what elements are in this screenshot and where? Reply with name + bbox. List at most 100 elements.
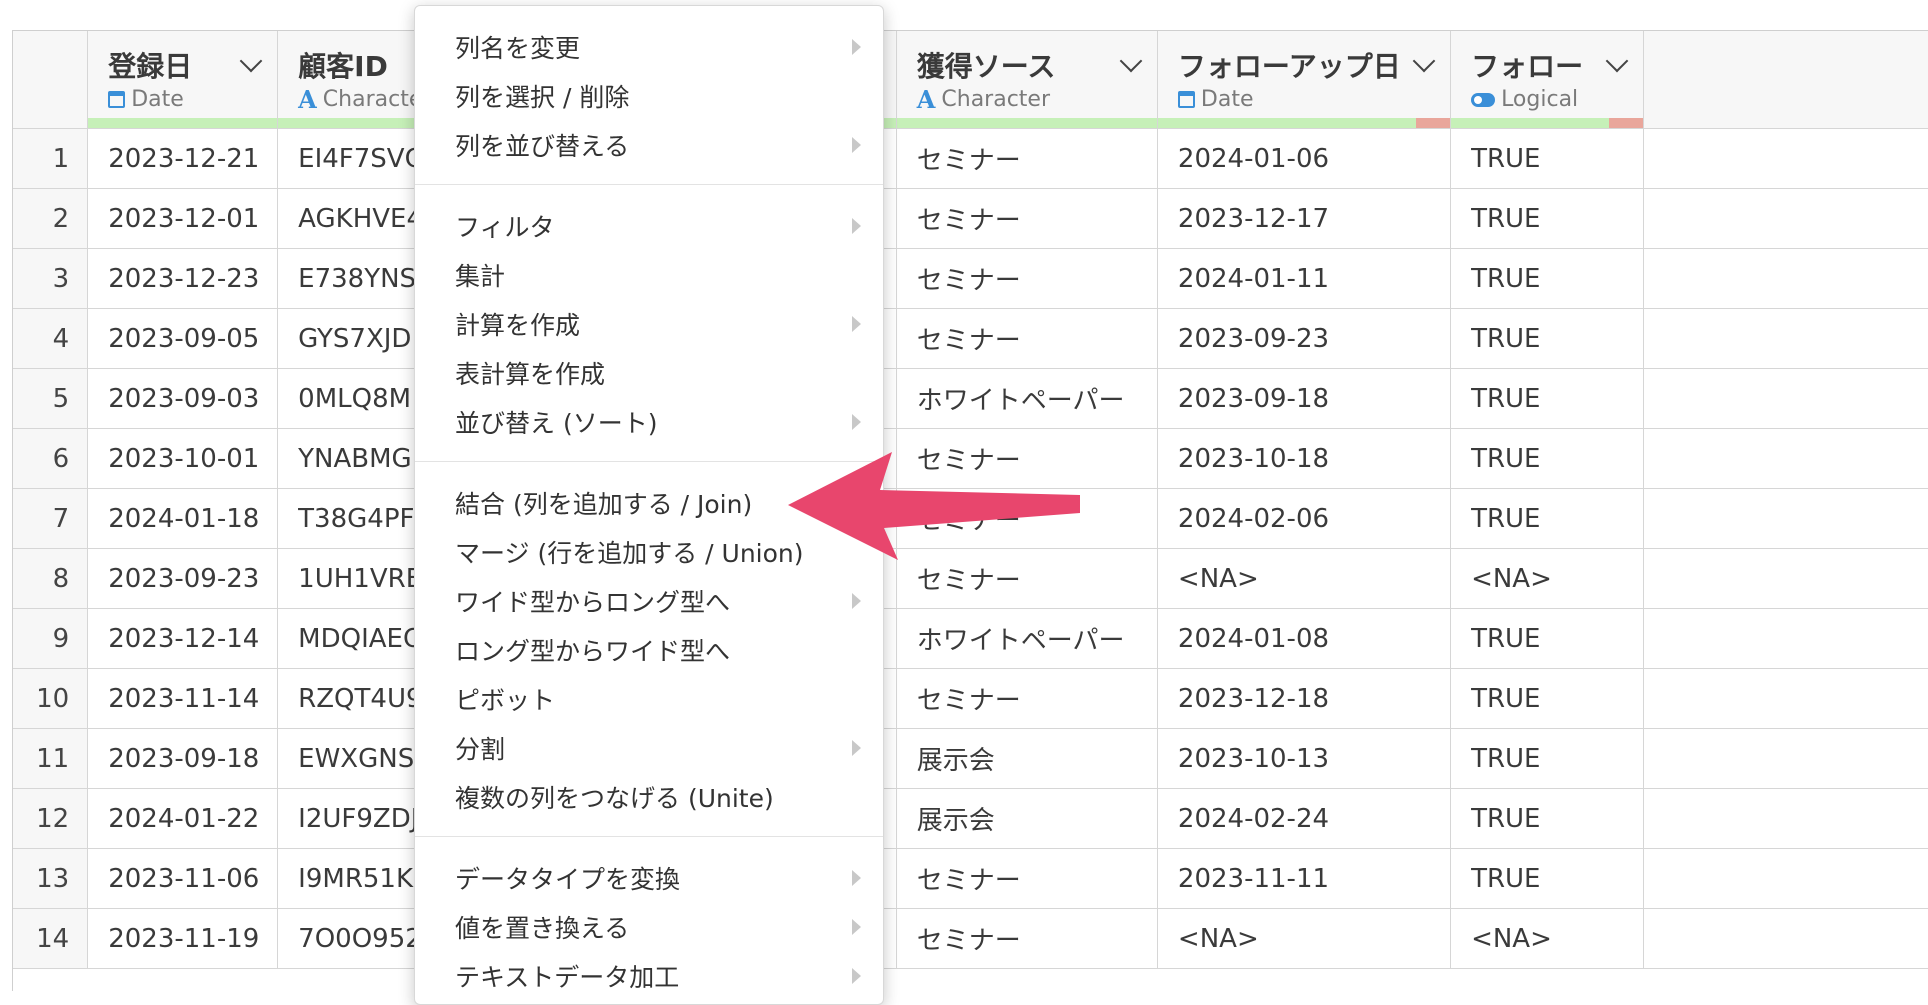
menu-item[interactable]: 複数の列をつなげる (Unite) [415,772,883,821]
table-cell[interactable]: 2024-01-11 [1157,248,1452,309]
menu-item[interactable]: フィルタ [415,201,883,250]
table-cell[interactable]: 2023-11-06 [87,848,279,909]
table-cell[interactable]: 2023-11-19 [87,908,279,969]
character-icon: A [916,84,936,114]
column-type: Date [1177,87,1254,112]
table-cell[interactable]: <NA> [1450,548,1644,609]
table-row[interactable]: 52023-09-030MLQ8M業部星野源太ホワイトペーパー2023-09-1… [13,368,1928,429]
table-cell[interactable]: 2023-11-11 [1157,848,1452,909]
table-cell[interactable]: 展示会 [896,788,1158,849]
table-cell[interactable]: 2023-12-14 [87,608,279,669]
chevron-down-icon[interactable] [1605,49,1629,73]
table-cell [1643,368,1928,429]
menu-item[interactable]: ロング型からワイド型へ [415,625,883,674]
table-cell[interactable]: 2024-01-06 [1157,128,1452,189]
table-row[interactable]: 42023-09-05GYS7XJD業部伊藤純セミナー2023-09-23TRU… [13,308,1928,369]
table-cell[interactable]: 2023-10-18 [1157,428,1452,489]
table-cell[interactable]: セミナー [896,248,1158,309]
table-cell[interactable]: セミナー [896,308,1158,369]
menu-item[interactable]: テキストデータ加工 [415,951,883,1000]
table-cell[interactable]: 2023-09-03 [87,368,279,429]
table-cell[interactable]: TRUE [1450,848,1644,909]
table-cell[interactable]: 2023-09-18 [87,728,279,789]
table-cell[interactable]: 2023-10-01 [87,428,279,489]
table-cell[interactable]: TRUE [1450,248,1644,309]
row-number: 1 [13,128,89,189]
menu-item[interactable]: 集計 [415,250,883,299]
table-cell[interactable]: セミナー [896,128,1158,189]
table-cell[interactable]: ホワイトペーパー [896,368,1158,429]
row-number: 9 [13,608,89,669]
column-name: フォロー [1471,50,1584,83]
table-cell[interactable]: 2023-10-13 [1157,728,1452,789]
table-cell[interactable]: セミナー [896,908,1158,969]
table-row[interactable]: 92023-12-14MDQIAEC業部松田優作ホワイトペーパー2024-01-… [13,608,1928,669]
column-header[interactable]: 登録日 Date [87,31,279,129]
table-row[interactable]: 102023-11-14RZQT4U9業部山口美江セミナー2023-12-18T… [13,668,1928,729]
table-cell[interactable]: 2023-12-21 [87,128,279,189]
column-header[interactable]: 獲得ソース A Character [896,31,1158,129]
table-row[interactable]: 22023-12-01AGKHVE4業部佐藤輝明セミナー2023-12-17TR… [13,188,1928,249]
table-cell[interactable]: <NA> [1157,908,1452,969]
menu-item[interactable]: 列を選択 / 削除 [415,71,883,120]
table-cell[interactable]: TRUE [1450,368,1644,429]
table-cell[interactable]: ホワイトペーパー [896,608,1158,669]
table-cell[interactable]: 2023-09-18 [1157,368,1452,429]
table-cell[interactable]: TRUE [1450,728,1644,789]
menu-item[interactable]: 列を並び替える [415,120,883,169]
table-cell[interactable]: TRUE [1450,188,1644,249]
table-row[interactable]: 132023-11-06I9MR51K業部小林裕子セミナー2023-11-11T… [13,848,1928,909]
table-cell[interactable]: 2024-01-22 [87,788,279,849]
menu-item[interactable]: 列名を変更 [415,22,883,71]
table-row[interactable]: 122024-01-22I2UF9ZDJ業部松本直子展示会2024-02-24T… [13,788,1928,849]
table-cell[interactable]: TRUE [1450,608,1644,669]
column-type-label: Logical [1501,87,1579,112]
table-row[interactable]: 32023-12-23E738YNS業部小林大輔セミナー2024-01-11TR… [13,248,1928,309]
chevron-down-icon[interactable] [1412,49,1436,73]
table-cell[interactable]: 2024-02-24 [1157,788,1452,849]
menu-item[interactable]: 計算を作成 [415,299,883,348]
chevron-down-icon[interactable] [239,49,263,73]
table-cell[interactable]: TRUE [1450,788,1644,849]
menu-item-label: 計算を作成 [455,310,581,340]
table-cell[interactable]: TRUE [1450,428,1644,489]
table-cell[interactable]: <NA> [1157,548,1452,609]
column-header[interactable]: フォロー Logical [1450,31,1644,129]
table-cell[interactable]: 2023-12-17 [1157,188,1452,249]
chevron-down-icon[interactable] [1119,49,1143,73]
menu-item[interactable]: 表計算を作成 [415,348,883,397]
toggle-icon [1471,92,1496,107]
table-cell[interactable]: 2024-01-18 [87,488,279,549]
menu-item[interactable]: 値を置き換える [415,902,883,951]
table-row[interactable]: 142023-11-197O0O952業部小林大輔セミナー<NA><NA> [13,908,1928,969]
table-cell[interactable]: TRUE [1450,488,1644,549]
table-cell[interactable]: 2023-11-14 [87,668,279,729]
table-cell[interactable]: 2023-12-23 [87,248,279,309]
menu-item[interactable]: 分割 [415,723,883,772]
chevron-right-icon [852,967,861,984]
table-cell[interactable]: <NA> [1450,908,1644,969]
menu-item[interactable]: 並び替え (ソート) [415,397,883,446]
table-cell[interactable]: 2024-01-08 [1157,608,1452,669]
menu-item[interactable]: ピボット [415,674,883,723]
table-cell[interactable]: セミナー [896,848,1158,909]
table-cell[interactable]: 2023-12-01 [87,188,279,249]
column-type: ACharacter [917,87,1050,112]
table-cell[interactable]: TRUE [1450,668,1644,729]
row-number: 14 [13,908,89,969]
table-cell[interactable]: 2023-09-05 [87,308,279,369]
column-header[interactable]: フォローアップ日 Date [1157,31,1452,129]
table-cell[interactable]: TRUE [1450,128,1644,189]
menu-item[interactable]: データタイプを変換 [415,853,883,902]
table-cell[interactable]: 展示会 [896,728,1158,789]
table-cell[interactable]: TRUE [1450,308,1644,369]
table-cell[interactable]: 2024-02-06 [1157,488,1452,549]
table-row[interactable]: 12023-12-21EI4F7SVC業部山口美江セミナー2024-01-06T… [13,128,1928,189]
table-cell[interactable]: セミナー [896,668,1158,729]
table-cell [1643,728,1928,789]
table-cell[interactable]: 2023-09-23 [1157,308,1452,369]
table-cell[interactable]: 2023-09-23 [87,548,279,609]
table-row[interactable]: 112023-09-18EWXGNS業部木下晴香展示会2023-10-13TRU… [13,728,1928,789]
table-cell[interactable]: セミナー [896,188,1158,249]
table-cell[interactable]: 2023-12-18 [1157,668,1452,729]
